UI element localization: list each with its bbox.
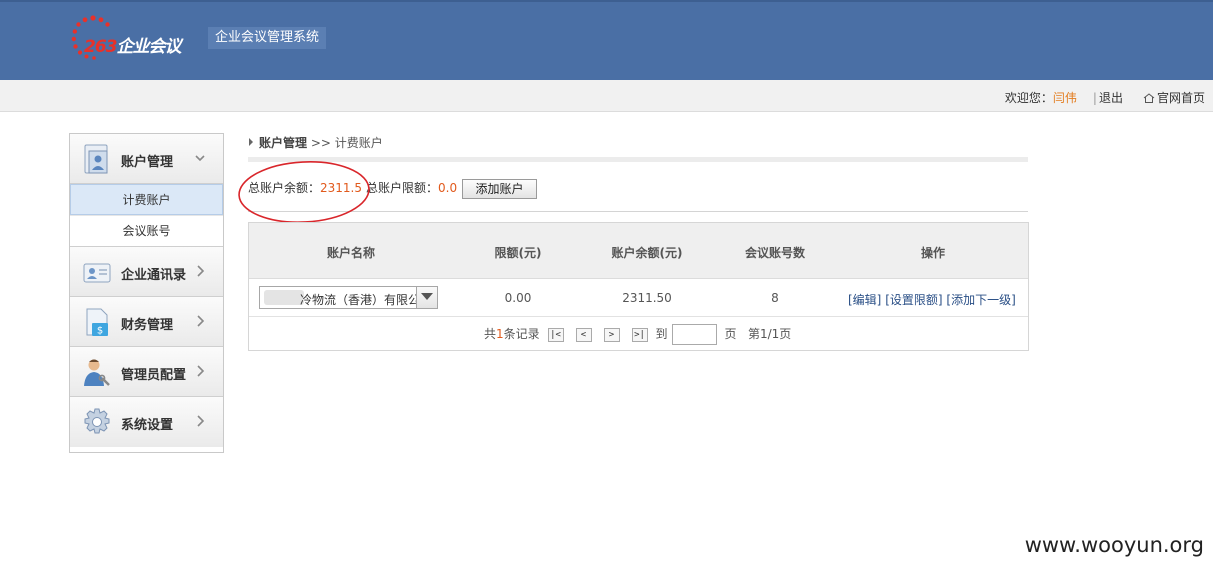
cell-meeting-count: 8: [771, 291, 779, 305]
sidebar-item-finance[interactable]: $ 财务管理: [70, 297, 223, 347]
finance-icon: $: [86, 308, 108, 337]
set-limit-link[interactable]: [设置限额]: [885, 293, 942, 307]
column-header-account-name: 账户名称: [326, 246, 376, 260]
admin-icon: [84, 359, 110, 386]
record-suffix: 条记录: [503, 327, 540, 341]
chevron-down-icon: [195, 155, 205, 162]
breadcrumb: 账户管理 >> 计费账户: [249, 134, 383, 151]
sidebar-item-account-management[interactable]: 账户管理: [70, 134, 223, 184]
redacted-area: [264, 290, 304, 305]
svg-text:$: $: [97, 326, 103, 337]
chevron-right-icon: [197, 365, 205, 377]
column-header-balance: 账户余额(元): [611, 246, 683, 260]
accounts-table: 账户名称 限额(元) 账户余额(元) 会议账号数 操作 冷物流（香港）有限公司 …: [248, 222, 1029, 351]
total-limit-label: 总账户限额：: [366, 181, 439, 195]
account-icon: [84, 144, 108, 174]
home-link-label: 官网首页: [1156, 91, 1205, 105]
breadcrumb-root[interactable]: 账户管理: [259, 136, 307, 150]
total-limit-value: 0.0: [438, 181, 458, 195]
cell-limit: 0.00: [504, 291, 532, 305]
sidebar-item-label: 系统设置: [121, 418, 174, 433]
submenu-item-meeting-account[interactable]: 会议账号: [70, 215, 223, 246]
goto-label: 到: [655, 327, 668, 341]
account-name-value: 冷物流（香港）有限公司: [300, 293, 418, 307]
welcome-text: 欢迎您：: [1004, 91, 1053, 105]
breadcrumb-separator: >>: [310, 136, 331, 150]
add-account-button[interactable]: 添加账户: [462, 179, 537, 199]
dropdown-button[interactable]: [416, 287, 437, 308]
sidebar-item-label: 财务管理: [121, 318, 174, 333]
watermark: www.wooyun.org: [1024, 533, 1204, 557]
contacts-icon: [83, 263, 111, 283]
home-icon: [1143, 93, 1155, 103]
user-name[interactable]: 闫伟: [1053, 91, 1077, 105]
submenu-item-billing-account[interactable]: 计费账户: [70, 184, 223, 215]
sidebar-item-label: 账户管理: [121, 155, 174, 170]
logo[interactable]: 263企业会议: [70, 14, 210, 60]
page-info: 第1/1页: [747, 327, 792, 341]
sidebar-nav: 账户管理 计费账户 会议账号 企业通讯录 $ 财务管理 管理员配置 系统设置: [69, 133, 224, 453]
add-sublevel-link[interactable]: [添加下一级]: [946, 293, 1015, 307]
dropdown-arrow-icon: [421, 293, 433, 300]
logo-brand-name: 企业会议: [116, 37, 182, 57]
account-submenu: 计费账户 会议账号: [70, 184, 223, 247]
column-header-limit: 限额(元): [494, 246, 542, 260]
edit-link[interactable]: [编辑]: [848, 293, 881, 307]
chevron-right-icon: [197, 265, 205, 277]
logo-text: 263企业会议: [84, 32, 182, 57]
sidebar-item-admin-config[interactable]: 管理员配置: [70, 347, 223, 397]
pagination: 共1条记录 |< < > >| 到 页 第1/1页: [484, 324, 792, 345]
separator: |: [1092, 91, 1097, 105]
logo-number: 263: [84, 37, 117, 57]
last-page-button[interactable]: >|: [631, 327, 648, 342]
first-page-button[interactable]: |<: [547, 327, 564, 342]
user-bar-links: 欢迎您：闫伟 | 退出 官网首页: [1005, 89, 1205, 106]
annotation-circle: [238, 161, 370, 223]
column-header-meeting-count: 会议账号数: [744, 246, 806, 260]
user-bar: 欢迎您：闫伟 | 退出 官网首页: [0, 80, 1213, 112]
cell-actions: [编辑] [设置限额] [添加下一级]: [848, 291, 1016, 308]
page-unit-label: 页: [724, 327, 737, 341]
chevron-right-icon: [197, 415, 205, 427]
sidebar-item-contacts[interactable]: 企业通讯录: [70, 247, 223, 297]
page-number-input[interactable]: [671, 324, 717, 345]
chevron-right-icon: [197, 315, 205, 327]
column-header-actions: 操作: [920, 246, 946, 260]
table-row: 冷物流（香港）有限公司 0.00 2311.50 8 [编辑] [设置限额] […: [249, 279, 1028, 317]
prev-page-button[interactable]: <: [575, 327, 592, 342]
table-header: 账户名称 限额(元) 账户余额(元) 会议账号数 操作: [249, 223, 1028, 279]
sidebar-item-label: 管理员配置: [121, 368, 187, 383]
logout-link[interactable]: 退出: [1099, 91, 1123, 105]
record-prefix: 共: [484, 327, 497, 341]
header-banner: 263企业会议 企业会议管理系统: [0, 0, 1213, 80]
gear-icon: [84, 408, 110, 434]
breadcrumb-arrow-icon: [249, 138, 253, 146]
breadcrumb-current: 计费账户: [334, 136, 383, 150]
next-page-button[interactable]: >: [603, 327, 620, 342]
account-name-select[interactable]: 冷物流（香港）有限公司: [259, 286, 438, 309]
home-link[interactable]: 官网首页: [1143, 91, 1205, 105]
sidebar-item-label: 企业通讯录: [121, 268, 187, 283]
cell-balance: 2311.50: [622, 291, 672, 305]
sidebar-item-system-settings[interactable]: 系统设置: [70, 397, 223, 447]
system-name: 企业会议管理系统: [208, 27, 327, 49]
record-count: 1: [496, 327, 504, 341]
